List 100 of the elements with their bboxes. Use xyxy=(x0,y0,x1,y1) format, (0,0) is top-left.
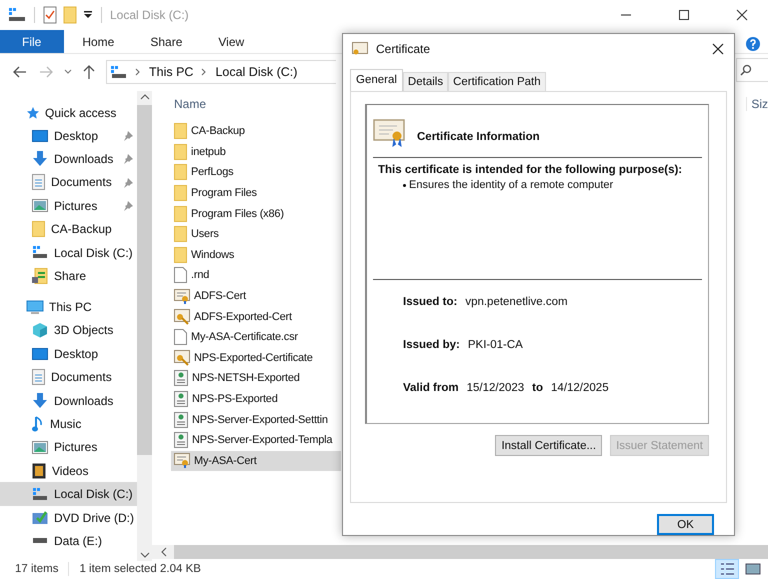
dialog-button[interactable]: Install Certificate... xyxy=(495,435,602,456)
dropdown-icon[interactable] xyxy=(83,10,93,20)
breadcrumb[interactable]: Local Disk (C:) xyxy=(215,65,298,79)
scroll-thumb[interactable] xyxy=(137,105,152,455)
certificate-heading: Certificate Information xyxy=(417,131,540,144)
drive-icon xyxy=(33,538,47,544)
folder-icon xyxy=(174,185,187,202)
file-row[interactable]: CA-Backup xyxy=(171,121,341,142)
ok-button[interactable]: OK xyxy=(657,514,714,535)
breadcrumb[interactable]: This PC xyxy=(149,65,194,79)
file-row[interactable]: My-ASA-Certificate.csr xyxy=(171,326,341,348)
field-label: Valid from xyxy=(403,382,459,394)
field-label: Issued to: xyxy=(403,296,458,308)
nav-item[interactable]: Pictures xyxy=(0,436,137,460)
nav-item[interactable]: Downloads xyxy=(0,147,137,171)
file-row[interactable]: Program Files xyxy=(171,182,341,204)
pin-icon[interactable] xyxy=(123,201,133,212)
scrollbar[interactable] xyxy=(137,91,152,561)
pin-icon[interactable] xyxy=(123,131,133,141)
settings-file-icon xyxy=(174,412,188,428)
nav-item[interactable]: Desktop xyxy=(0,124,137,148)
file-row[interactable]: NPS-Server-Exported-Templa xyxy=(171,430,341,450)
folder-icon xyxy=(174,226,187,242)
up-icon[interactable] xyxy=(82,64,96,80)
nav-item[interactable]: Music xyxy=(0,412,137,436)
nav-item[interactable]: Documents xyxy=(0,366,137,389)
file-row[interactable]: NPS-NETSH-Exported xyxy=(171,368,341,389)
address-bar[interactable]: This PC Local Disk (C:) xyxy=(106,60,336,84)
bullet-icon xyxy=(403,184,406,187)
nav-item[interactable]: Pictures xyxy=(0,194,137,218)
scroll-down-icon[interactable] xyxy=(140,551,150,559)
desktop-icon xyxy=(32,128,48,143)
back-icon[interactable] xyxy=(12,65,28,79)
drive-icon xyxy=(32,488,48,501)
desktop-icon xyxy=(32,346,48,361)
close-icon[interactable] xyxy=(736,9,748,21)
star-icon xyxy=(26,106,40,120)
nav-item[interactable]: This PC xyxy=(0,296,137,319)
dialog-tab[interactable]: General xyxy=(350,69,403,92)
pin-icon[interactable] xyxy=(123,178,133,188)
file-row[interactable]: .rnd xyxy=(171,265,341,286)
file-row[interactable]: PerfLogs xyxy=(171,162,341,183)
dialog-tab[interactable]: Details xyxy=(402,72,448,92)
settings-file-icon xyxy=(174,391,188,408)
nav-item[interactable]: Downloads xyxy=(0,388,137,412)
nav-item[interactable]: Share xyxy=(0,264,137,288)
help-icon[interactable] xyxy=(746,37,760,51)
nav-item[interactable]: Videos xyxy=(0,459,137,482)
field-label: to xyxy=(532,382,544,394)
file-row[interactable]: My-ASA-Cert xyxy=(171,450,341,472)
dialog-tab[interactable]: Certification Path xyxy=(448,72,546,92)
file-row[interactable]: ADFS-Exported-Cert xyxy=(171,306,341,327)
chevron-icon[interactable] xyxy=(64,69,72,75)
nav-item[interactable]: DVD Drive (D:) xyxy=(0,506,137,530)
certificate-icon xyxy=(373,119,405,148)
cube-icon xyxy=(32,322,48,338)
search-field[interactable] xyxy=(736,58,768,82)
pin-icon[interactable] xyxy=(123,154,133,164)
folder-icon xyxy=(174,164,187,180)
folder-icon xyxy=(174,144,187,160)
certificate-icon xyxy=(352,42,368,56)
maximize-icon[interactable] xyxy=(678,9,690,21)
settings-file-icon xyxy=(174,370,188,386)
file-row[interactable]: ADFS-Cert xyxy=(171,286,341,306)
file-row[interactable]: Users xyxy=(171,224,341,245)
scroll-left-icon[interactable] xyxy=(160,547,168,557)
certificate-key-icon xyxy=(174,308,190,325)
drive-icon[interactable] xyxy=(8,8,26,22)
status-text: 17 items xyxy=(15,562,58,574)
field-value: 14/12/2025 xyxy=(551,382,609,394)
file-row[interactable]: Windows xyxy=(171,244,341,266)
nav-item[interactable]: Desktop xyxy=(0,342,137,366)
download-icon xyxy=(32,151,48,168)
file-row[interactable]: NPS-Server-Exported-Setttin xyxy=(171,409,341,430)
nav-item[interactable]: CA-Backup xyxy=(0,218,137,241)
column-header[interactable]: Siz xyxy=(746,97,768,111)
folder-icon xyxy=(174,206,187,222)
certificate-icon xyxy=(174,453,190,468)
close-icon[interactable] xyxy=(712,42,724,55)
ribbon-tab[interactable]: File xyxy=(0,30,64,53)
nav-item[interactable]: Documents xyxy=(0,170,137,194)
file-row[interactable]: inetpub xyxy=(171,142,341,162)
nav-item[interactable]: Local Disk (C:) xyxy=(0,240,137,264)
ribbon-tab[interactable]: View xyxy=(200,30,262,53)
document-icon xyxy=(32,174,45,190)
monitor-icon xyxy=(26,300,44,315)
file-row[interactable]: Program Files (x86) xyxy=(171,203,341,224)
nav-item[interactable]: Local Disk (C:) xyxy=(0,482,137,506)
details-view-icon[interactable] xyxy=(716,560,738,578)
file-row[interactable]: NPS-Exported-Certificate xyxy=(171,348,341,368)
certificate-key-icon xyxy=(174,350,190,366)
ribbon-tab[interactable]: Share xyxy=(132,30,200,53)
nav-item[interactable]: Quick access xyxy=(0,101,137,124)
scroll-up-icon[interactable] xyxy=(140,93,150,101)
nav-item[interactable]: 3D Objects xyxy=(0,318,137,342)
file-row[interactable]: NPS-PS-Exported xyxy=(171,388,341,410)
column-header[interactable]: Name xyxy=(174,97,206,111)
properties-icon[interactable] xyxy=(43,6,57,24)
nav-item[interactable]: Data (E:) xyxy=(0,529,137,553)
ribbon-tab[interactable]: Home xyxy=(64,30,132,53)
